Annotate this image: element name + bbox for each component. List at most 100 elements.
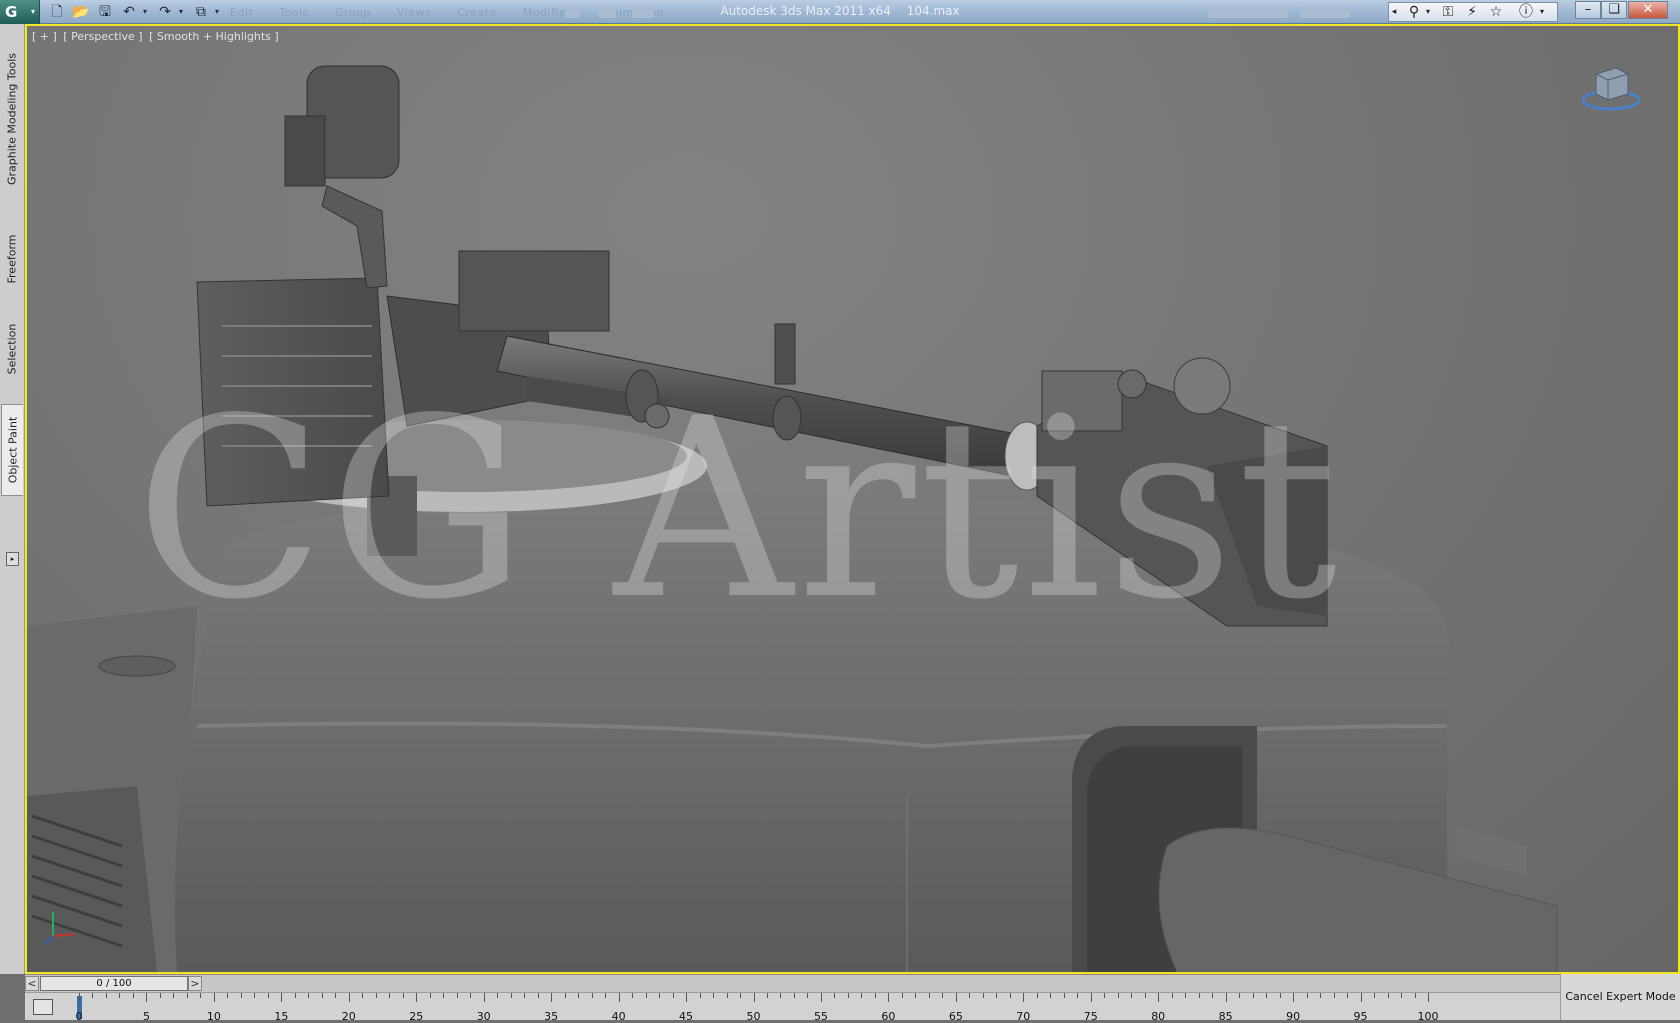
frame-tick-mark (240, 993, 242, 998)
ribbon-expand-icon[interactable]: ▸ (6, 552, 19, 566)
frame-tick-mark (524, 993, 526, 998)
frame-tick-mark (807, 993, 809, 998)
frame-tick-mark (1171, 993, 1173, 998)
frame-tick-label: 95 (1353, 1010, 1368, 1023)
frame-tick-mark (1185, 993, 1187, 998)
tab-label: Object Paint (6, 416, 19, 484)
frame-tick-mark (618, 993, 620, 1002)
frame-tick-mark (1239, 993, 1241, 998)
frame-tick-mark (699, 993, 701, 998)
quick-access-customize-icon[interactable]: ▾ (212, 3, 222, 21)
undo-dropdown-icon[interactable]: ▾ (140, 3, 150, 21)
ammo-box (196, 277, 390, 507)
axis-tripod-icon (44, 912, 76, 945)
time-slider-thumb[interactable]: 0 / 100 (40, 976, 188, 991)
menu-item[interactable]: Group (335, 6, 371, 19)
undo-icon[interactable]: ↶ (118, 3, 140, 21)
frame-tick-mark (659, 993, 661, 998)
frame-tick-label: 75 (1083, 1010, 1098, 1023)
satellite-icon[interactable]: ⚡ (1461, 3, 1483, 21)
menu-item[interactable]: Edit (230, 6, 253, 19)
binoculars-icon[interactable]: ⚲ (1403, 3, 1425, 21)
frame-tick-label: 70 (1016, 1010, 1031, 1023)
save-icon[interactable]: 🖫 (94, 3, 116, 21)
frame-tick-mark (1266, 993, 1268, 998)
frame-tick-mark (254, 993, 256, 998)
frame-tick-mark (672, 993, 674, 998)
frame-tick-mark (1225, 993, 1227, 1002)
frame-tick-mark (645, 993, 647, 998)
infocenter-expand-icon[interactable]: ◂ (1389, 3, 1399, 21)
minimize-button[interactable]: – (1575, 1, 1601, 19)
time-slider[interactable]: < 0 / 100 > (25, 974, 1560, 992)
frame-tick-mark (578, 993, 580, 998)
frame-tick-mark (1104, 993, 1106, 998)
frame-tick-mark (793, 993, 795, 998)
viewcube-icon[interactable] (1582, 64, 1640, 114)
frame-tick-mark (969, 993, 971, 998)
project-folder-icon[interactable]: ⧉ (190, 3, 212, 21)
new-file-icon[interactable]: 🗋 (46, 3, 68, 21)
frame-tick-label: 45 (679, 1010, 694, 1023)
faint-search-field (1208, 6, 1288, 18)
frame-tick-label: 30 (476, 1010, 491, 1023)
frame-tick-mark (996, 993, 998, 998)
frame-tick-mark (1131, 993, 1133, 998)
frame-tick-mark (1374, 993, 1376, 998)
frame-tick-mark (335, 993, 337, 998)
application-menu-button[interactable]: G ▾ (0, 0, 40, 24)
tab-freeform[interactable]: Freeform (1, 224, 23, 294)
perspective-viewport[interactable]: [ + ] [ Perspective ] [ Smooth + Highlig… (25, 24, 1680, 974)
chevron-down-icon[interactable]: ▾ (1537, 3, 1547, 21)
star-icon[interactable]: ☆ (1485, 3, 1507, 21)
frame-tick-mark (537, 993, 539, 998)
frame-tick-mark (1212, 993, 1214, 998)
frame-tick-mark (780, 993, 782, 998)
frame-tick-mark (1252, 993, 1254, 998)
tab-graphite-modeling-tools[interactable]: Graphite Modeling Tools (1, 44, 23, 194)
close-button[interactable]: ✕ (1628, 1, 1668, 19)
frame-tick-mark (1320, 993, 1322, 998)
menu-item[interactable]: Create (457, 6, 497, 19)
frame-tick-mark (686, 993, 688, 1002)
tab-selection[interactable]: Selection (1, 314, 23, 384)
viewport-point-of-view[interactable]: [ Perspective ] (63, 30, 142, 43)
tab-label: Graphite Modeling Tools (5, 52, 19, 186)
frame-tick-mark (591, 993, 593, 998)
chevron-down-icon[interactable]: ▾ (1423, 3, 1433, 21)
open-file-icon[interactable]: 📂 (70, 3, 92, 21)
faint-toolbar-icon (598, 6, 616, 18)
viewport-shading-mode[interactable]: [ Smooth + Highlights ] (149, 30, 279, 43)
help-icon[interactable]: ⓘ (1515, 3, 1537, 21)
viewport-scene (27, 65, 1558, 972)
redo-dropdown-icon[interactable]: ▾ (176, 3, 186, 21)
next-frame-button[interactable]: > (188, 976, 202, 991)
track-bar[interactable]: 0 5 10 15 20 25 30 35 40 45 50 55 60 65 70 75 80 85 90 95 10… (25, 992, 1560, 1023)
restore-button[interactable]: ❏ (1601, 1, 1627, 19)
frame-tick-mark (820, 993, 822, 1002)
tab-object-paint[interactable]: Object Paint (1, 404, 23, 496)
frame-tick-mark (200, 993, 202, 998)
previous-frame-button[interactable]: < (25, 976, 39, 991)
frame-tick-mark (159, 993, 161, 998)
frame-tick-mark (713, 993, 715, 998)
frame-tick-mark (308, 993, 310, 998)
frame-tick-mark (726, 993, 728, 998)
viewport-label[interactable]: [ + ] [ Perspective ] [ Smooth + Highlig… (32, 30, 282, 43)
tab-label: Selection (5, 323, 19, 375)
menu-item[interactable]: Views (397, 6, 431, 19)
key-icon[interactable]: ⚿ (1437, 3, 1459, 21)
frame-tick-mark (1077, 993, 1079, 998)
frame-tick-mark (1050, 993, 1052, 998)
frame-tick-mark (564, 993, 566, 998)
tab-label: Freeform (5, 234, 19, 284)
frame-tick-label: 65 (948, 1010, 963, 1023)
frame-tick-label: 35 (544, 1010, 559, 1023)
frame-tick-mark (1387, 993, 1389, 998)
cancel-expert-mode-button[interactable]: Cancel Expert Mode (1560, 974, 1680, 1020)
menu-item[interactable]: Tools (279, 6, 309, 19)
frame-tick-mark (321, 993, 323, 998)
redo-icon[interactable]: ↷ (154, 3, 176, 21)
frame-tick-mark (483, 993, 485, 1002)
viewport-menu-plus[interactable]: [ + ] (32, 30, 57, 43)
